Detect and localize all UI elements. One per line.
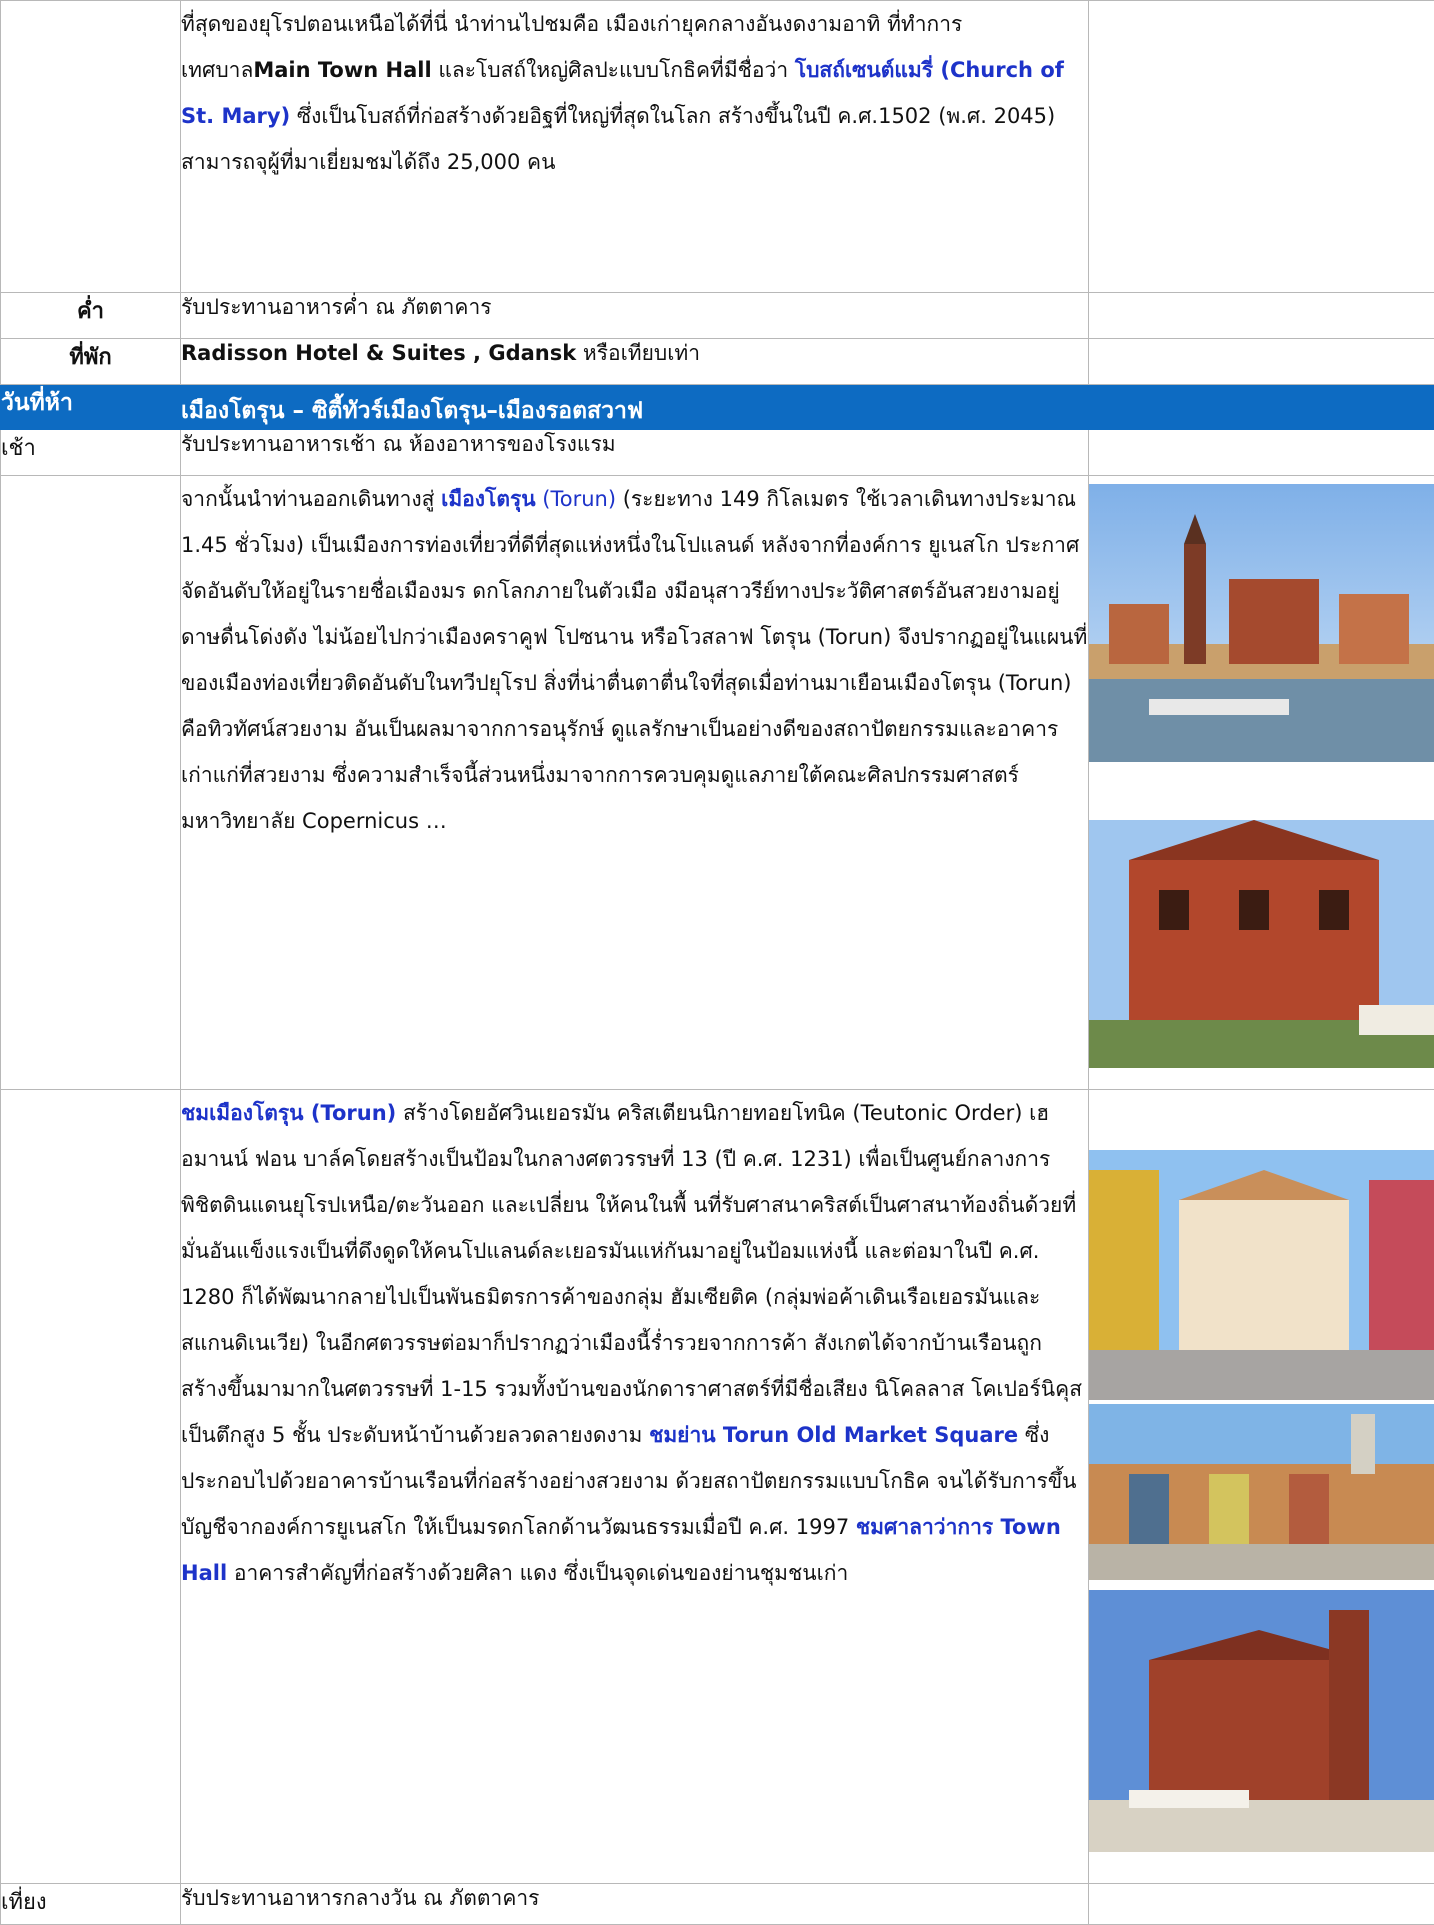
text-segment: เมืองโตรุน: [441, 487, 535, 511]
hotel-suffix: หรือเทียบเท่า: [576, 341, 700, 365]
text-segment: อาคารสำคัญที่ก่อสร้างด้วยศิลา แดง ซึ่งเป…: [227, 1561, 848, 1585]
breakfast-row: เช้า รับประทานอาหารเช้า ณ ห้องอาหารของโร…: [1, 430, 1434, 476]
day-header-row: วันที่ห้า เมืองโตรุน – ซิตี้ทัวร์เมืองโต…: [1, 385, 1434, 430]
torun-tour-photos: [1089, 1090, 1434, 1884]
text-segment: (Torun): [536, 487, 616, 511]
continuation-row: ที่สุดของยุโรปตอนเหนือได้ที่นี่ นำท่านไป…: [1, 1, 1434, 293]
text-segment: (ระยะทาง 149 กิโลเมตร ใช้เวลาเดินทางประม…: [181, 487, 1087, 833]
hotel-name: Radisson Hotel & Suites , Gdansk: [181, 341, 576, 365]
hotel-label: ที่พัก: [1, 339, 181, 385]
photo-old-town-hall: [1089, 1590, 1434, 1852]
day-label: วันที่ห้า: [1, 385, 181, 430]
text-segment: จากนั้นนำท่านออกเดินทางสู่: [181, 487, 441, 511]
text-segment: ชมเมืองโตรุน (Torun): [181, 1101, 396, 1125]
text-segment: และโบสถ์ใหญ่ศิลปะแบบโกธิคที่มีชื่อว่า: [432, 58, 795, 82]
torun-tour-text: ชมเมืองโตรุน (Torun) สร้างโดยอัศวินเยอรม…: [181, 1090, 1088, 1596]
photo-torun-town-hall: [1089, 820, 1434, 1068]
photo-market-square: [1089, 1404, 1434, 1580]
day-title: เมืองโตรุน – ซิตี้ทัวร์เมืองโตรุน–เมืองร…: [181, 385, 1089, 430]
text-segment: ชมย่าน Torun Old Market Square: [649, 1423, 1018, 1447]
text-segment: ซึ่งเป็นโบสถ์ที่ก่อสร้างด้วยอิฐที่ใหญ่ที…: [181, 104, 1055, 174]
torun-tour-row: ชมเมืองโตรุน (Torun) สร้างโดยอัศวินเยอรม…: [1, 1090, 1434, 1884]
lunch-text: รับประทานอาหารกลางวัน ณ ภัตตาคาร: [181, 1884, 1089, 1925]
lunch-label: เที่ยง: [1, 1884, 181, 1925]
dinner-text: รับประทานอาหารค่ำ ณ ภัตตาคาร: [181, 293, 1089, 339]
breakfast-text: รับประทานอาหารเช้า ณ ห้องอาหารของโรงแรม: [181, 430, 1089, 476]
text-segment: Main Town Hall: [253, 58, 431, 82]
breakfast-label: เช้า: [1, 430, 181, 476]
hotel-text: Radisson Hotel & Suites , Gdansk หรือเที…: [181, 339, 1089, 385]
dinner-row: ค่ำ รับประทานอาหารค่ำ ณ ภัตตาคาร: [1, 293, 1434, 339]
dinner-label: ค่ำ: [1, 293, 181, 339]
itinerary-table: ที่สุดของยุโรปตอนเหนือได้ที่นี่ นำท่านไป…: [0, 0, 1434, 1925]
torun-intro-text: จากนั้นนำท่านออกเดินทางสู่ เมืองโตรุน (T…: [181, 476, 1088, 844]
torun-intro-row: จากนั้นนำท่านออกเดินทางสู่ เมืองโตรุน (T…: [1, 476, 1434, 1090]
torun-intro-photos: [1089, 476, 1434, 1090]
photo-torun-street: [1089, 1150, 1434, 1400]
hotel-row: ที่พัก Radisson Hotel & Suites , Gdansk …: [1, 339, 1434, 385]
text-segment: สร้างโดยอัศวินเยอรมัน คริสเตียนนิกายทอยโ…: [181, 1101, 1082, 1447]
lunch-row: เที่ยง รับประทานอาหารกลางวัน ณ ภัตตาคาร: [1, 1884, 1434, 1925]
photo-torun-skyline: [1089, 484, 1434, 762]
continuation-text: ที่สุดของยุโรปตอนเหนือได้ที่นี่ นำท่านไป…: [181, 1, 1088, 185]
